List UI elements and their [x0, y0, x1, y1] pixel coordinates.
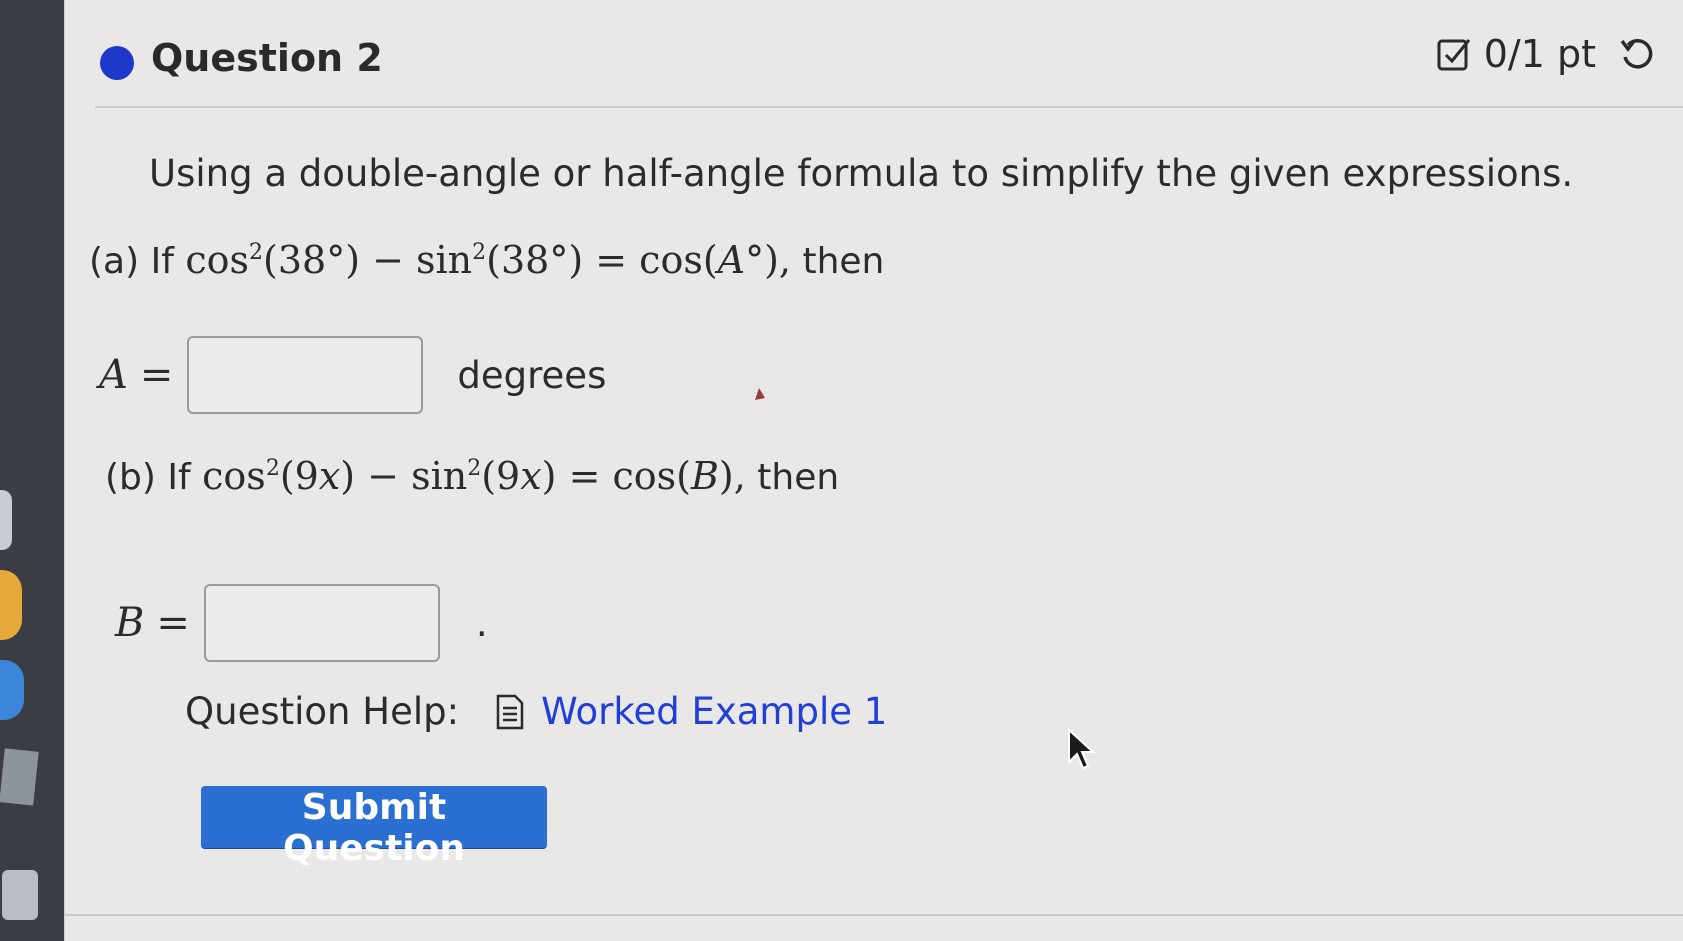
part-b-statement: (b) If cos2(9x) − sin2(9x) = cos(B), the… [105, 454, 839, 498]
mouse-pointer-icon [1068, 728, 1096, 770]
stray-mark-icon [755, 388, 765, 400]
question-page: Question 2 0/1 pt Using a double-angle o… [64, 0, 1683, 941]
document-icon [496, 694, 524, 729]
points-area: 0/1 pt [1436, 32, 1656, 76]
part-b-then: then [757, 457, 840, 498]
answer-b-equals: = [156, 600, 190, 646]
part-a-statement: (a) If cos2(38°) − sin2(38°) = cos(A°), … [89, 238, 884, 282]
answer-b-period: . [475, 601, 488, 645]
part-b-expression: cos2(9x) − sin2(9x) = cos(B), [202, 454, 746, 498]
question-status-dot [100, 46, 134, 80]
answer-b-variable: B [115, 600, 145, 646]
dock-app-icon[interactable] [0, 660, 24, 720]
answer-a-variable: A [99, 352, 128, 398]
desktop-dock-edge [0, 0, 64, 941]
footer-divider [65, 914, 1683, 916]
answer-b-input[interactable] [203, 584, 440, 662]
worked-example-link[interactable]: Worked Example 1 [541, 690, 887, 733]
question-title: Question 2 [151, 36, 383, 80]
answer-a-equals: = [139, 352, 174, 398]
dock-app-icon[interactable] [0, 570, 22, 640]
answer-a-unit: degrees [457, 353, 607, 397]
points-value: 0/1 pt [1483, 32, 1596, 76]
dock-app-icon[interactable] [0, 490, 12, 550]
question-prompt: Using a double-angle or half-angle formu… [149, 152, 1574, 195]
answer-a-row: A = degrees [99, 336, 606, 414]
question-help: Question Help: Worked Example 1 [185, 690, 887, 733]
checkbox-check-icon [1437, 39, 1470, 71]
retry-icon[interactable] [1618, 35, 1656, 73]
question-help-label: Question Help: [185, 690, 460, 733]
part-a-then: then [802, 241, 885, 282]
header-divider [95, 106, 1683, 108]
submit-question-button[interactable]: Submit Question [201, 786, 547, 869]
dock-app-icon[interactable] [0, 748, 39, 806]
dock-app-icon[interactable] [2, 870, 38, 920]
part-a-expression: cos2(38°) − sin2(38°) = cos(A°), [185, 238, 792, 282]
answer-a-input[interactable] [187, 336, 424, 414]
answer-b-row: B = . [115, 584, 488, 662]
part-b-label: (b) If [105, 457, 191, 498]
part-a-label: (a) If [89, 241, 174, 282]
